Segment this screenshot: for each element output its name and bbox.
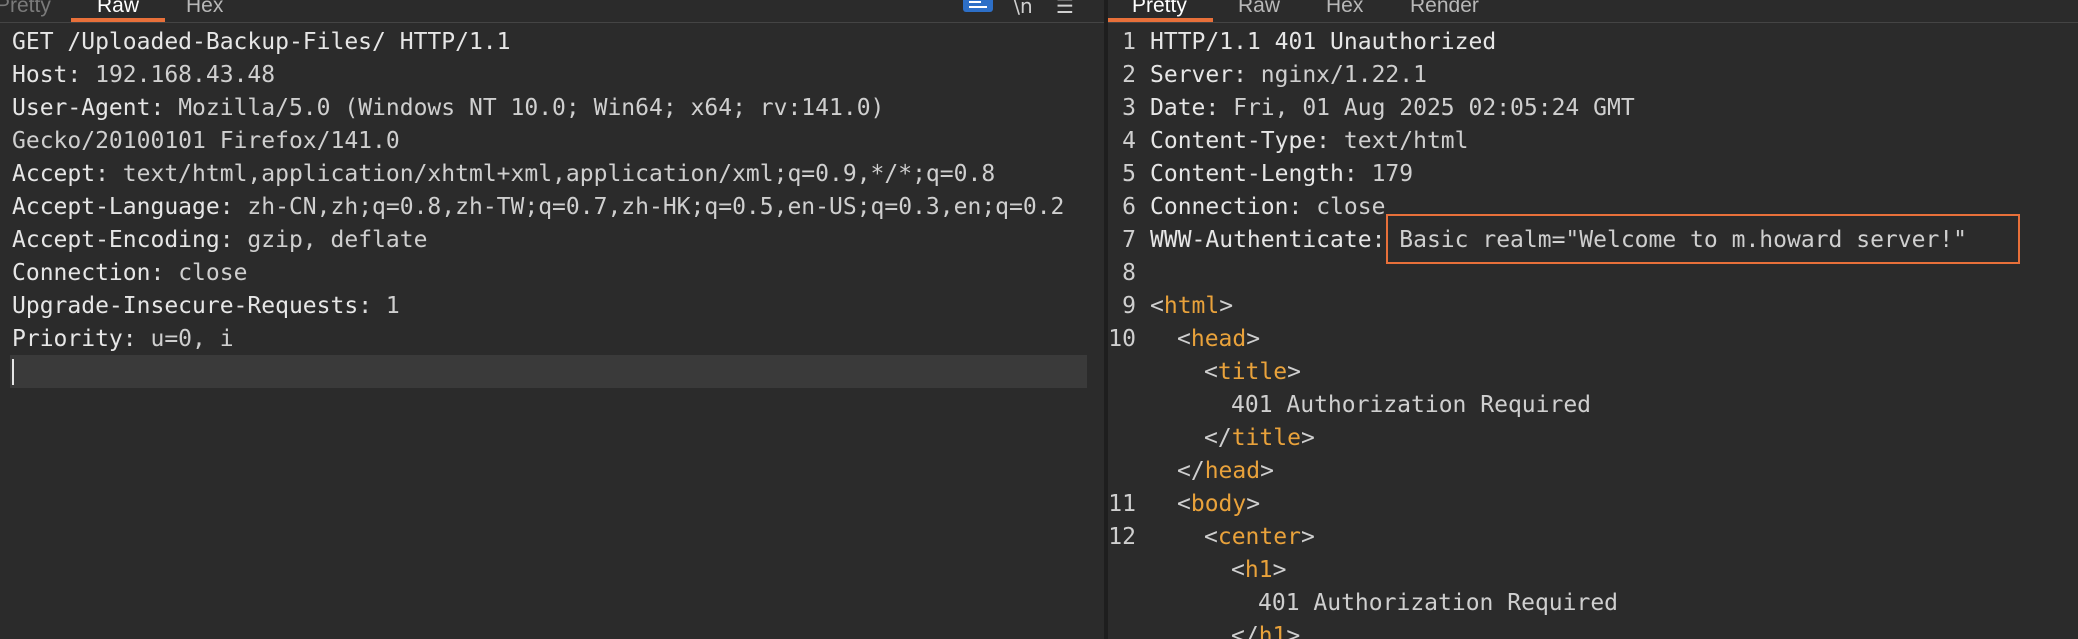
h1-open-tag: <h1> [1231,557,1287,583]
response-header-date: Date: Fri, 01 Aug 2025 02:05:24 GMT [1150,95,1635,121]
tab-render[interactable]: Render [1410,0,1479,22]
line-number: 1 [1122,29,1136,55]
line-number: 11 [1108,491,1136,517]
tab-raw[interactable]: Raw [70,0,166,22]
request-tab-bar: Pretty Raw Hex \n ☰ [0,0,1104,23]
text-caret [12,359,14,385]
line-number: 7 [1122,227,1136,253]
request-line: GET /Uploaded-Backup-Files/ HTTP/1.1 [12,29,511,55]
request-header-user-agent-wrap: Gecko/20100101 Firefox/141.0 [12,128,400,154]
tab-hex[interactable]: Hex [186,0,223,22]
body-open-tag: <body> [1177,491,1261,517]
response-header-content-length: Content-Length: 179 [1150,161,1414,187]
request-header-accept: Accept: text/html,application/xhtml+xml,… [12,161,996,187]
request-header-priority: Priority: u=0, i [12,326,234,352]
request-header-upgrade-insecure-requests: Upgrade-Insecure-Requests: 1 [12,293,400,319]
h1-close-tag: </h1> [1231,623,1301,639]
title-close-tag: </title> [1204,425,1315,451]
head-close-tag: </head> [1177,458,1274,484]
head-open-tag: <head> [1177,326,1261,352]
html-open-tag: <html> [1150,293,1234,319]
h1-text: 401 Authorization Required [1258,590,1619,616]
line-number: 2 [1122,62,1136,88]
response-header-server: Server: nginx/1.22.1 [1150,62,1427,88]
title-text: 401 Authorization Required [1231,392,1592,418]
request-pane: Pretty Raw Hex \n ☰ GET /Uploaded-Backup… [0,0,1104,639]
line-number: 8 [1122,260,1136,286]
title-open-tag: <title> [1204,359,1301,385]
response-pane: Pretty Raw Hex Render 1 HTTP/1.1 401 Una… [1108,0,2078,639]
request-header-accept-language: Accept-Language: zh-CN,zh;q=0.8,zh-TW;q=… [12,194,1065,220]
line-number: 10 [1108,326,1136,352]
hamburger-menu-icon[interactable]: ☰ [1052,0,1078,18]
tab-hex[interactable]: Hex [1326,0,1363,22]
response-tab-bar: Pretty Raw Hex Render [1108,0,2078,23]
request-header-host: Host: 192.168.43.48 [12,62,276,88]
response-header-content-type: Content-Type: text/html [1150,128,1469,154]
line-number: 5 [1122,161,1136,187]
request-editor[interactable]: GET /Uploaded-Backup-Files/ HTTP/1.1 Hos… [0,24,1104,639]
response-editor[interactable]: 1 HTTP/1.1 401 Unauthorized 2 Server: ng… [1108,24,2078,639]
newline-icon[interactable]: \n [1011,0,1035,18]
request-header-accept-encoding: Accept-Encoding: gzip, deflate [12,227,428,253]
center-open-tag: <center> [1204,524,1315,550]
line-number: 9 [1122,293,1136,319]
text-wrap-icon[interactable] [963,0,993,12]
response-header-www-authenticate: WWW-Authenticate: Basic realm="Welcome t… [1150,227,1967,253]
response-header-connection: Connection: close [1150,194,1386,220]
line-number: 12 [1108,524,1136,550]
current-line-highlight [10,355,1087,388]
tab-pretty[interactable]: Pretty [0,0,51,22]
request-header-user-agent: User-Agent: Mozilla/5.0 (Windows NT 10.0… [12,95,885,121]
response-status-line: HTTP/1.1 401 Unauthorized [1150,29,1497,55]
line-number: 3 [1122,95,1136,121]
tab-raw[interactable]: Raw [1238,0,1280,22]
tab-pretty[interactable]: Pretty [1108,0,1213,22]
line-number: 4 [1122,128,1136,154]
request-header-connection: Connection: close [12,260,248,286]
line-number: 6 [1122,194,1136,220]
